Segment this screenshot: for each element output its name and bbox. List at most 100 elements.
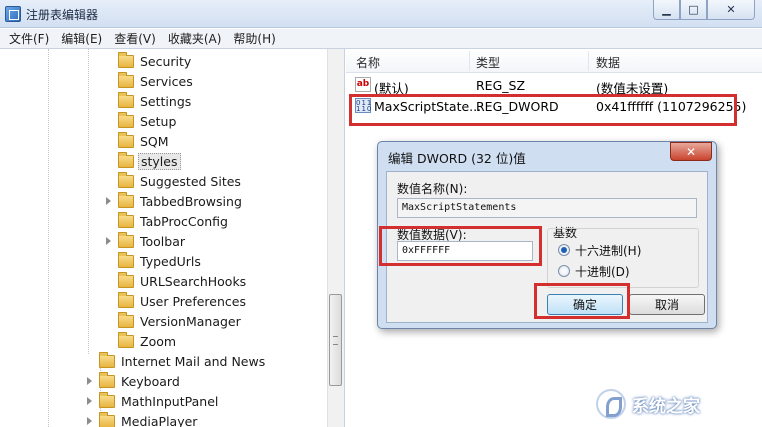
tree-item[interactable]: Suggested Sites [118,171,243,191]
tree-item-label: URLSearchHooks [140,273,247,289]
folder-icon [99,351,115,368]
column-header-data[interactable]: 数据 [596,54,620,71]
folder-icon [118,91,134,108]
menu-edit[interactable]: 编辑(E) [56,30,107,47]
tree-item-label: MediaPlayer [121,413,198,427]
menu-file[interactable]: 文件(F) [4,30,54,47]
tree-item[interactable]: Keyboard [87,371,182,391]
tree-item[interactable]: MediaPlayer [87,411,199,427]
tree-item[interactable]: Setup [118,111,178,131]
registry-editor-icon [5,6,21,22]
menu-favorites[interactable]: 收藏夹(A) [163,30,227,47]
tree-item[interactable]: Settings [118,91,193,111]
tree-item-label: VersionManager [140,313,241,329]
radio-decimal-label[interactable]: 十进制(D) [575,263,630,280]
site-watermark: 系统之家 [596,387,756,421]
list-row-default[interactable]: ab (默认) REG_SZ (数值未设置) [346,74,762,96]
folder-icon [118,191,134,208]
folder-icon [118,51,134,68]
close-window-button[interactable]: ✕ [707,0,755,20]
tree-item-label: Toolbar [140,233,186,249]
expand-arrow-icon[interactable] [87,397,92,405]
tree-item-label: Internet Mail and News [121,353,266,369]
tree-item-label: SQM [140,133,169,149]
tree-item[interactable]: Services [118,71,195,91]
tree-item-label: TabbedBrowsing [140,193,242,209]
highlight-box-value-row [349,94,737,126]
tree-item[interactable]: VersionManager [118,311,243,331]
cancel-button[interactable]: 取消 [629,294,705,315]
registry-tree[interactable]: Security Services Settings Setup SQM styles Su… [0,49,345,427]
list-header: 名称 类型 数据 [346,49,762,73]
tree-item-label: Setup [140,113,177,129]
column-header-name[interactable]: 名称 [356,54,380,71]
column-divider[interactable] [588,51,589,71]
radio-decimal[interactable] [558,265,570,277]
tree-item-label: TabProcConfig [140,213,228,229]
value-name-field: MaxScriptStatements [397,198,697,218]
base-groupbox: 十六进制(H) 十进制(D) [547,228,699,288]
watermark-text: 系统之家 [632,396,700,417]
close-icon: ✕ [726,3,736,16]
tree-item[interactable]: TabProcConfig [118,211,230,231]
tree-item-label: Security [140,53,192,69]
folder-icon [118,231,134,248]
tree-item[interactable]: User Preferences [118,291,248,311]
folder-icon [99,391,115,408]
folder-icon [118,131,134,148]
folder-icon [118,171,134,188]
minimize-button[interactable]: ▁ [653,0,680,20]
tree-item-label: Suggested Sites [140,173,241,189]
menu-help[interactable]: 帮助(H) [228,30,280,47]
highlight-box-ok-button [534,283,630,319]
radio-hex[interactable] [558,244,570,256]
tree-item[interactable]: styles [118,151,181,171]
radio-hex-label[interactable]: 十六进制(H) [575,242,641,259]
tree-item[interactable]: Internet Mail and News [99,351,267,371]
tree-item[interactable]: Toolbar [106,231,187,251]
folder-icon [118,71,134,88]
tree-item-label: Services [140,73,193,89]
expand-arrow-icon[interactable] [106,197,111,205]
tree-item[interactable]: Security [118,51,193,71]
dialog-close-button[interactable]: ✕ [670,142,712,161]
folder-icon [118,151,134,168]
value-name-label: 数值名称(N): [397,182,468,196]
tree-item[interactable]: SQM [118,131,171,151]
tree-item[interactable]: TabbedBrowsing [106,191,244,211]
folder-icon [118,331,134,348]
value-type: REG_SZ [476,78,526,93]
folder-icon [118,291,134,308]
tree-item[interactable]: Zoom [118,331,178,351]
tree-guide-line [48,49,49,427]
watermark-logo-icon [596,389,626,419]
tree-item[interactable]: URLSearchHooks [118,271,248,291]
tree-item[interactable]: MathInputPanel [87,391,220,411]
title-bar: 注册表编辑器 ▁ □ ✕ [0,0,762,28]
highlight-box-value-data [379,226,542,266]
column-header-type[interactable]: 类型 [476,54,500,71]
window-title: 注册表编辑器 [26,8,99,22]
tree-item[interactable]: TypedUrls [118,251,203,271]
tree-item-label: MathInputPanel [121,393,219,409]
tree-item-label: styles [138,152,181,170]
tree-item-label: TypedUrls [140,253,201,269]
minimize-icon: ▁ [662,3,671,16]
folder-icon [118,311,134,328]
string-value-icon: ab [355,77,371,92]
expand-arrow-icon[interactable] [106,237,111,245]
column-divider[interactable] [469,51,470,71]
tree-item-label: Settings [140,93,192,109]
maximize-button[interactable]: □ [680,0,707,20]
expand-arrow-icon[interactable] [87,377,92,385]
tree-item-label: Zoom [140,333,177,349]
dialog-title: 编辑 DWORD (32 位)值 [388,151,526,166]
folder-icon [118,271,134,288]
menu-view[interactable]: 查看(V) [109,30,161,47]
tree-scrollbar-thumb[interactable] [329,294,342,386]
maximize-icon: □ [688,3,699,16]
menu-bar: 文件(F) 编辑(E) 查看(V) 收藏夹(A) 帮助(H) [0,29,762,49]
folder-icon [118,111,134,128]
tree-guide-line [88,49,89,354]
expand-arrow-icon[interactable] [87,417,92,425]
